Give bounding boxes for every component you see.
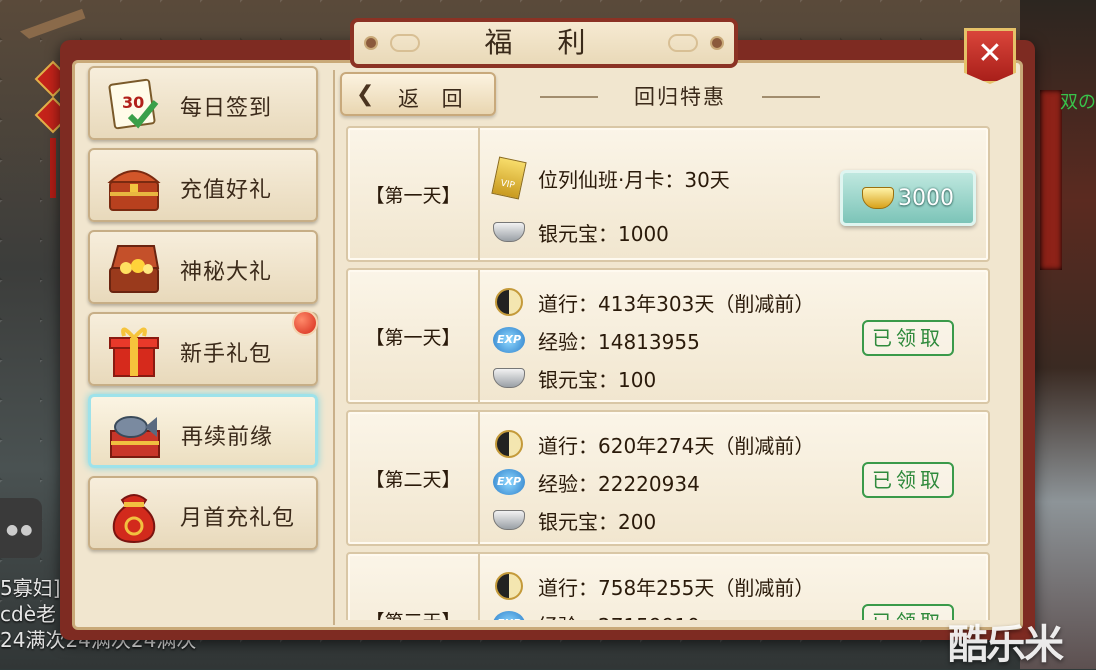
- buy-button[interactable]: 3000: [840, 170, 976, 226]
- reward-item-text: 银元宝：1000: [538, 221, 669, 246]
- gift-box-icon: [109, 327, 159, 377]
- sidebar-item-label: 每日签到: [180, 96, 273, 121]
- exp-icon: EXP: [493, 469, 525, 495]
- sidebar-item-label: 神秘大礼: [180, 260, 273, 285]
- reward-item-text: 经验：22220934: [538, 471, 700, 496]
- silver-ingot-icon: [493, 510, 525, 530]
- notification-badge: [292, 310, 318, 336]
- close-icon: ✕: [977, 36, 1003, 71]
- window-title-plate: 福 利: [350, 18, 738, 68]
- open-treasure-chest-icon: [109, 245, 160, 293]
- reward-item: 道行：758年255天（削减前）: [492, 570, 814, 602]
- tassel-icon: [50, 138, 56, 198]
- reward-item-text: 经验：27159910: [538, 610, 700, 621]
- fish-gift-icon: [110, 416, 160, 458]
- cloud-ornament-icon: [390, 34, 420, 52]
- sidebar-item-label: 新手礼包: [180, 342, 273, 367]
- reward-item: 道行：413年303天（削减前）: [492, 286, 814, 318]
- watermark: 酷乐米: [948, 622, 1064, 668]
- money-bag-icon: [112, 494, 156, 544]
- buy-price: 3000: [898, 185, 954, 211]
- red-pillar: [1040, 90, 1062, 270]
- reward-item: EXP 经验：22220934: [492, 466, 700, 498]
- silver-ingot-icon: [493, 222, 525, 242]
- reward-day-label: 【第一天】: [348, 270, 480, 402]
- chat-dots-icon: ●●: [6, 522, 35, 538]
- reward-card: 【第三天】 道行：758年255天（削减前） EXP 经验：27159910 已…: [346, 552, 990, 620]
- reward-day-label: 【第二天】: [348, 412, 480, 544]
- calendar-check-icon: 30: [108, 78, 159, 130]
- taiji-icon: [495, 288, 523, 316]
- reward-item: 银元宝：1000: [492, 216, 669, 248]
- background-sign-text: 双の: [1060, 92, 1096, 113]
- reward-item-text: 道行：620年274天（削减前）: [538, 433, 815, 458]
- gold-ingot-icon: [862, 187, 894, 209]
- reward-card: 【第二天】 道行：620年274天（削减前） EXP 经验：22220934 银…: [346, 410, 990, 546]
- reward-item-text: 经验：14813955: [538, 329, 700, 354]
- reward-item: VIP 位列仙班·月卡：30天: [491, 156, 730, 200]
- reward-item: 银元宝：100: [492, 362, 656, 394]
- section-title: 回归特惠: [540, 84, 820, 114]
- divider: [333, 70, 335, 625]
- taiji-icon: [495, 572, 523, 600]
- reward-item: EXP 经验：14813955: [492, 324, 700, 356]
- treasure-chest-icon: [107, 170, 161, 211]
- chat-button[interactable]: ●●: [0, 498, 42, 558]
- nail-icon: [364, 36, 378, 50]
- window-title: 福 利: [484, 26, 604, 59]
- claimed-stamp: 已领取: [862, 604, 954, 620]
- silver-ingot-icon: [493, 368, 525, 388]
- exp-icon: EXP: [493, 327, 525, 353]
- sidebar-item-recharge-gift[interactable]: 充值好礼: [88, 148, 318, 222]
- title-ornament: [762, 96, 820, 98]
- reward-card: 【第一天】 道行：413年303天（削减前） EXP 经验：14813955 银…: [346, 268, 990, 404]
- vip-card-icon: VIP: [491, 156, 527, 200]
- reward-item-text: 银元宝：200: [538, 509, 657, 534]
- title-ornament: [540, 96, 598, 98]
- svg-text:30: 30: [122, 93, 144, 112]
- sidebar-item-label: 充值好礼: [180, 178, 273, 203]
- sidebar-item-mystery-gift[interactable]: 神秘大礼: [88, 230, 318, 304]
- reward-item: 银元宝：200: [492, 504, 656, 536]
- reward-item-text: 银元宝：100: [538, 367, 657, 392]
- reward-item: EXP 经验：27159910: [492, 608, 700, 620]
- sidebar-item-label: 再续前缘: [181, 425, 274, 450]
- back-button-label: 返 回: [398, 87, 471, 111]
- reward-day-label: 【第一天】: [348, 128, 480, 260]
- reward-item-text: 道行：758年255天（削减前）: [538, 575, 815, 600]
- reward-item: 道行：620年274天（削减前）: [492, 428, 814, 460]
- cloud-ornament-icon: [668, 34, 698, 52]
- claimed-stamp: 已领取: [862, 462, 954, 498]
- nail-icon: [710, 36, 724, 50]
- close-button[interactable]: ✕: [964, 28, 1016, 84]
- sidebar-item-renew-fate[interactable]: 再续前缘: [88, 394, 318, 468]
- sidebar-item-newbie-pack[interactable]: 新手礼包: [88, 310, 318, 386]
- reward-list[interactable]: 【第一天】 VIP 位列仙班·月卡：30天 银元宝：1000 3000 【第一天…: [346, 126, 990, 620]
- welfare-sidebar: 30 每日签到 充值好礼 神秘大礼 新手礼包 再续前缘 月首充礼包: [88, 66, 320, 626]
- reward-item-text: 道行：413年303天（削减前）: [538, 291, 815, 316]
- reward-card: 【第一天】 VIP 位列仙班·月卡：30天 银元宝：1000 3000: [346, 126, 990, 262]
- exp-icon: EXP: [493, 611, 525, 620]
- section-title-text: 回归特惠: [634, 85, 726, 109]
- sidebar-item-label: 月首充礼包: [180, 506, 296, 531]
- chevron-left-icon: ❮: [356, 82, 375, 107]
- back-button[interactable]: ❮ 返 回: [340, 72, 496, 116]
- claimed-stamp: 已领取: [862, 320, 954, 356]
- taiji-icon: [495, 430, 523, 458]
- sidebar-item-daily-signin[interactable]: 30 每日签到: [88, 66, 318, 140]
- sidebar-item-monthly-first-recharge[interactable]: 月首充礼包: [88, 476, 318, 550]
- reward-day-label: 【第三天】: [348, 554, 480, 620]
- reward-item-text: 位列仙班·月卡：30天: [538, 167, 730, 192]
